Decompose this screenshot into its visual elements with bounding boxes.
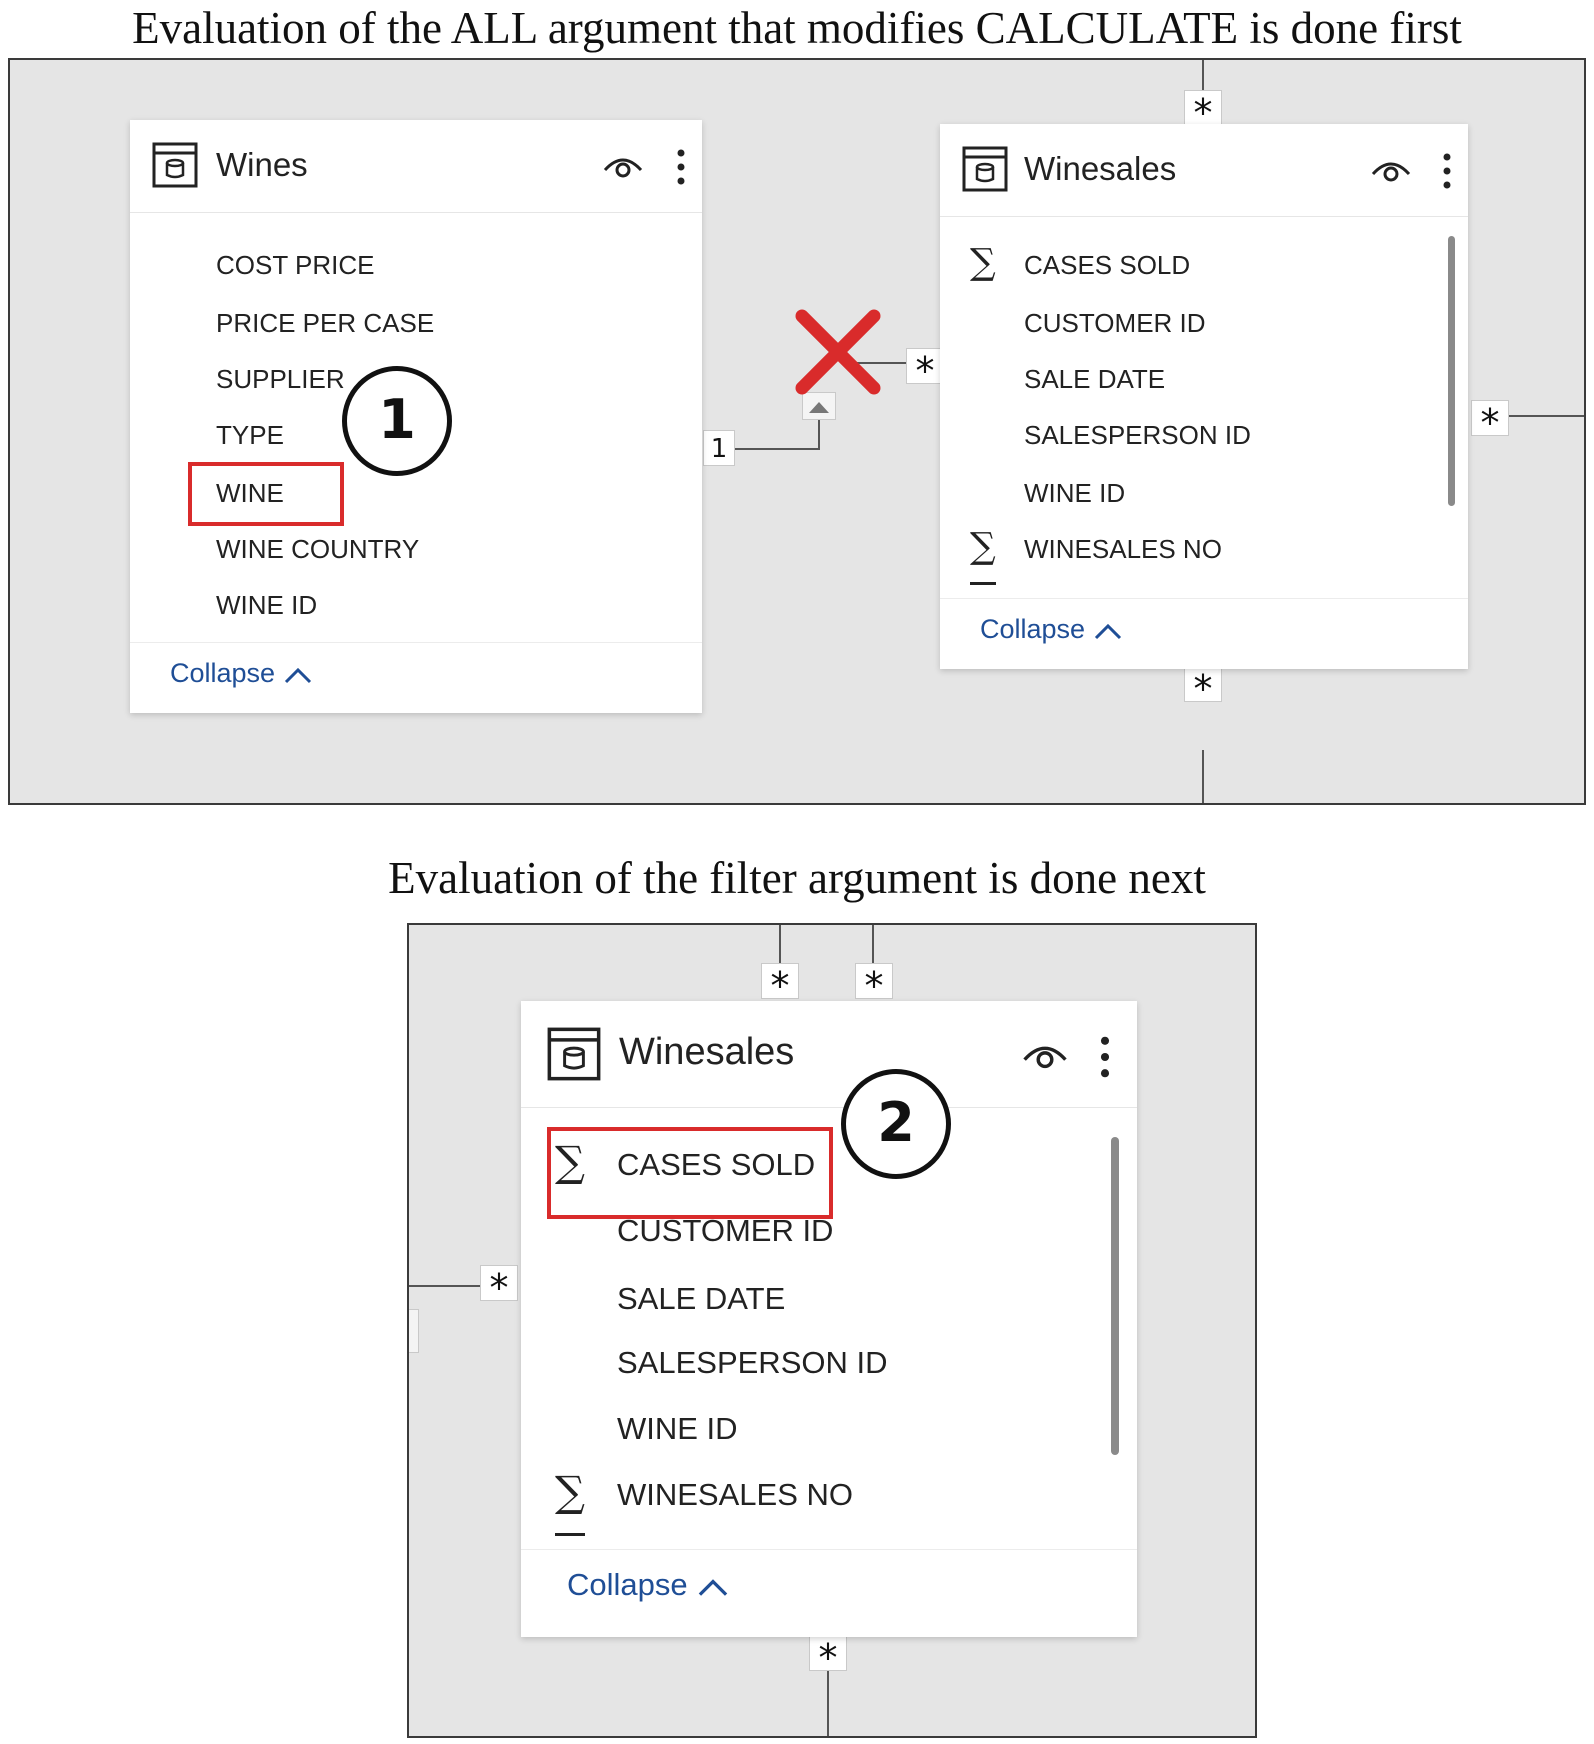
sigma-icon: ∑ (970, 526, 996, 567)
table-icon (962, 146, 1008, 192)
partial-row (555, 1533, 585, 1536)
scrollbar[interactable] (1111, 1137, 1119, 1455)
field-winesales-no[interactable]: WINESALES NO (1024, 534, 1222, 565)
table-title: Winesales (619, 1031, 795, 1073)
more-options-icon[interactable] (1099, 1035, 1111, 1079)
eye-icon[interactable] (1021, 1037, 1069, 1071)
collapse-link[interactable]: Collapse (980, 614, 1123, 645)
connector-line (409, 1285, 481, 1287)
field-sale-date[interactable]: SALE DATE (1024, 364, 1165, 395)
sigma-icon: ∑ (555, 1467, 585, 1516)
cardinality-many-marker: * (1184, 666, 1222, 711)
caption-bottom: Evaluation of the filter argument is don… (388, 853, 1206, 903)
cardinality-many-marker: * (855, 963, 893, 1008)
relationship-line (818, 420, 820, 450)
field-salesperson-id[interactable]: SALESPERSON ID (1024, 420, 1251, 451)
table-icon (152, 142, 198, 188)
field-wine-id[interactable]: WINE ID (216, 590, 317, 621)
cardinality-many-marker: * (761, 963, 799, 1008)
table-card-winesales[interactable]: Winesales ∑ CASES SOLD CUSTOMER ID SALE … (521, 1001, 1137, 1637)
cardinality-many-marker: * (1184, 90, 1222, 135)
field-cost-price[interactable]: COST PRICE (216, 250, 374, 281)
cardinality-many-marker: * (906, 348, 944, 393)
connector-line (1202, 750, 1204, 803)
filter-direction-arrow[interactable] (409, 1309, 419, 1353)
footer-divider (940, 598, 1468, 599)
field-wine-country[interactable]: WINE COUNTRY (216, 534, 419, 565)
chevron-up-icon (1094, 623, 1121, 639)
field-type[interactable]: TYPE (216, 420, 284, 451)
table-title: Wines (216, 146, 308, 183)
card-header: Winesales (940, 124, 1468, 217)
card-header: Wines (130, 120, 702, 213)
highlight-cases-sold-field (547, 1127, 833, 1219)
footer-divider (130, 642, 702, 643)
more-options-icon[interactable] (676, 148, 686, 186)
table-title: Winesales (1024, 150, 1177, 187)
disabled-relationship-x-icon (795, 309, 881, 395)
more-options-icon[interactable] (1442, 152, 1452, 190)
field-sale-date[interactable]: SALE DATE (617, 1281, 785, 1317)
collapse-link[interactable]: Collapse (170, 658, 313, 689)
scrollbar[interactable] (1448, 236, 1455, 506)
chevron-up-icon (284, 667, 311, 683)
table-card-winesales[interactable]: Winesales ∑ CASES SOLD CUSTOMER ID SALE … (940, 124, 1468, 669)
field-salesperson-id[interactable]: SALESPERSON ID (617, 1345, 887, 1381)
relationship-line (734, 448, 820, 450)
collapse-label: Collapse (170, 658, 276, 688)
eye-icon[interactable] (602, 150, 644, 180)
field-supplier[interactable]: SUPPLIER (216, 364, 345, 395)
field-wine-id[interactable]: WINE ID (1024, 478, 1125, 509)
connector-line (1502, 415, 1584, 417)
partial-row (970, 582, 996, 585)
field-wine-id[interactable]: WINE ID (617, 1411, 738, 1447)
caption-top: Evaluation of the ALL argument that modi… (132, 3, 1462, 53)
field-cases-sold[interactable]: CASES SOLD (1024, 250, 1190, 281)
field-customer-id[interactable]: CUSTOMER ID (1024, 308, 1206, 339)
collapse-label: Collapse (567, 1567, 688, 1602)
field-price-per-case[interactable]: PRICE PER CASE (216, 308, 434, 339)
cardinality-many-marker: * (809, 1635, 847, 1680)
eye-icon[interactable] (1370, 154, 1412, 184)
table-icon (547, 1027, 601, 1081)
cardinality-many-marker: * (1471, 400, 1509, 445)
field-winesales-no[interactable]: WINESALES NO (617, 1477, 853, 1513)
chevron-up-icon (699, 1579, 728, 1596)
collapse-label: Collapse (980, 614, 1086, 644)
card-header: Winesales (521, 1001, 1137, 1108)
model-view-canvas-1[interactable]: * * * 1 * Wines COST PRICE PRICE PER CAS… (8, 58, 1586, 805)
footer-divider (521, 1549, 1137, 1550)
model-view-canvas-2[interactable]: * * * * Winesales ∑ CASES SOLD CUSTOMER … (407, 923, 1257, 1738)
highlight-wine-field (188, 462, 344, 526)
sigma-icon: ∑ (970, 242, 996, 283)
collapse-link[interactable]: Collapse (567, 1567, 730, 1603)
cardinality-many-marker: * (480, 1265, 518, 1310)
step-badge-2: 2 (841, 1069, 951, 1179)
cardinality-one-marker: 1 (703, 430, 735, 466)
step-badge-1: 1 (342, 366, 452, 476)
